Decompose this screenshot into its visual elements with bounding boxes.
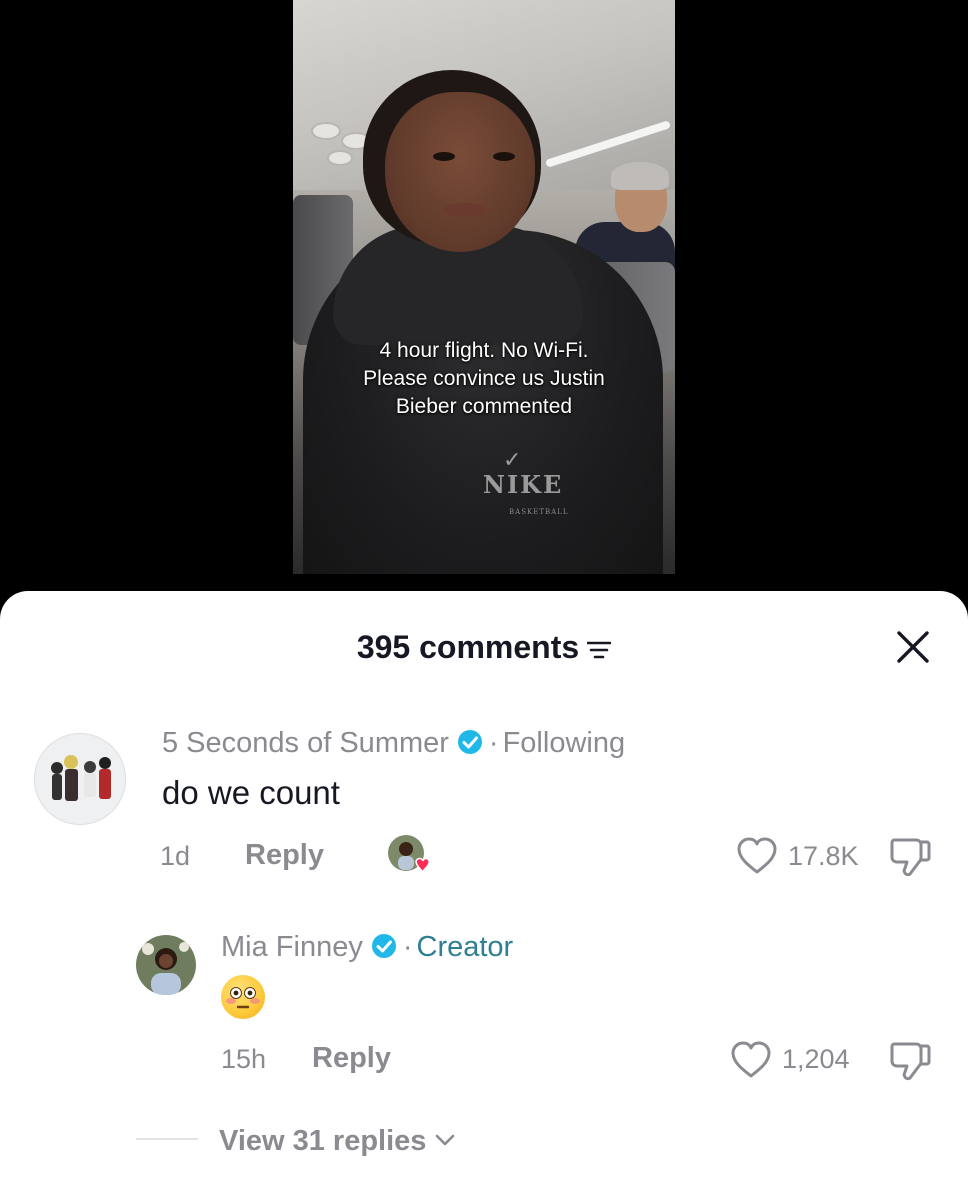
background-person-hair (611, 162, 669, 190)
comments-header: 395 comments (0, 625, 968, 669)
avatar[interactable] (136, 935, 196, 995)
comment-age: 1d (160, 841, 191, 871)
like-count: 1,204 (782, 1044, 850, 1074)
creator-liked-icon (388, 835, 430, 873)
comment-age: 15h (221, 1044, 267, 1074)
comment-item: 5 Seconds of Summer · Following do we cou… (0, 721, 968, 901)
hoodie-logo: NIKE (483, 470, 564, 499)
caption-line: 4 hour flight. No Wi-Fi. (379, 339, 589, 362)
view-replies-label: View 31 replies (219, 1125, 427, 1157)
eye (433, 152, 455, 161)
comments-count-title: 395 comments (356, 629, 580, 665)
reply-button[interactable]: Reply (312, 1041, 391, 1075)
caption-line: Please convince us Justin (363, 367, 605, 390)
comments-sheet: 395 comments 5 Seconds of Summer · Follo… (0, 591, 968, 1200)
separator-dot: · (402, 931, 413, 963)
caption-line: Bieber commented (395, 395, 573, 418)
username[interactable]: Mia Finney (221, 931, 363, 963)
video-caption: 4 hour flight. No Wi-Fi. Please convince… (293, 337, 675, 421)
filter-icon[interactable] (587, 639, 612, 661)
lips (443, 203, 487, 217)
like-count: 17.8K (788, 841, 859, 871)
verified-badge-icon (371, 934, 396, 958)
reply-button[interactable]: Reply (245, 838, 324, 872)
avatar[interactable] (34, 733, 126, 825)
separator-dot: · (488, 727, 499, 759)
band-avatar-icon (35, 734, 125, 824)
air-vent (311, 122, 341, 140)
heart-icon[interactable] (730, 1040, 772, 1080)
reply-item: Mia Finney ·Creator 😳 15h Reply (0, 925, 968, 1105)
app-root: ✓ NIKE BASKETBALL 4 hour flight. No Wi-F… (0, 0, 968, 1200)
close-icon[interactable] (896, 630, 930, 664)
relationship-label: Following (502, 727, 626, 759)
hoodie-logo-sub: BASKETBALL (509, 508, 569, 516)
video-player[interactable]: ✓ NIKE BASKETBALL 4 hour flight. No Wi-F… (293, 0, 675, 574)
comment-username-row: Mia Finney · Creator (221, 929, 513, 965)
heart-icon[interactable] (736, 836, 778, 876)
face (385, 92, 535, 252)
dislike-icon[interactable] (888, 1038, 934, 1082)
comment-username-row: 5 Seconds of Summer · Following (162, 725, 625, 761)
air-vent (327, 150, 353, 166)
comment-text: do we count (162, 774, 340, 811)
chevron-down-icon (436, 1134, 455, 1146)
creator-avatar-icon (136, 935, 196, 995)
replies-divider (136, 1138, 198, 1140)
creator-label: Creator (416, 931, 514, 963)
view-replies-button[interactable]: View 31 replies (219, 1123, 456, 1159)
flushed-face-emoji-icon: 😳 (221, 975, 265, 1019)
flushed-face-icon (226, 987, 260, 1009)
verified-badge-icon (457, 730, 482, 754)
dislike-icon[interactable] (888, 834, 934, 878)
username[interactable]: 5 Seconds of Summer (162, 727, 449, 759)
eye (493, 152, 515, 161)
